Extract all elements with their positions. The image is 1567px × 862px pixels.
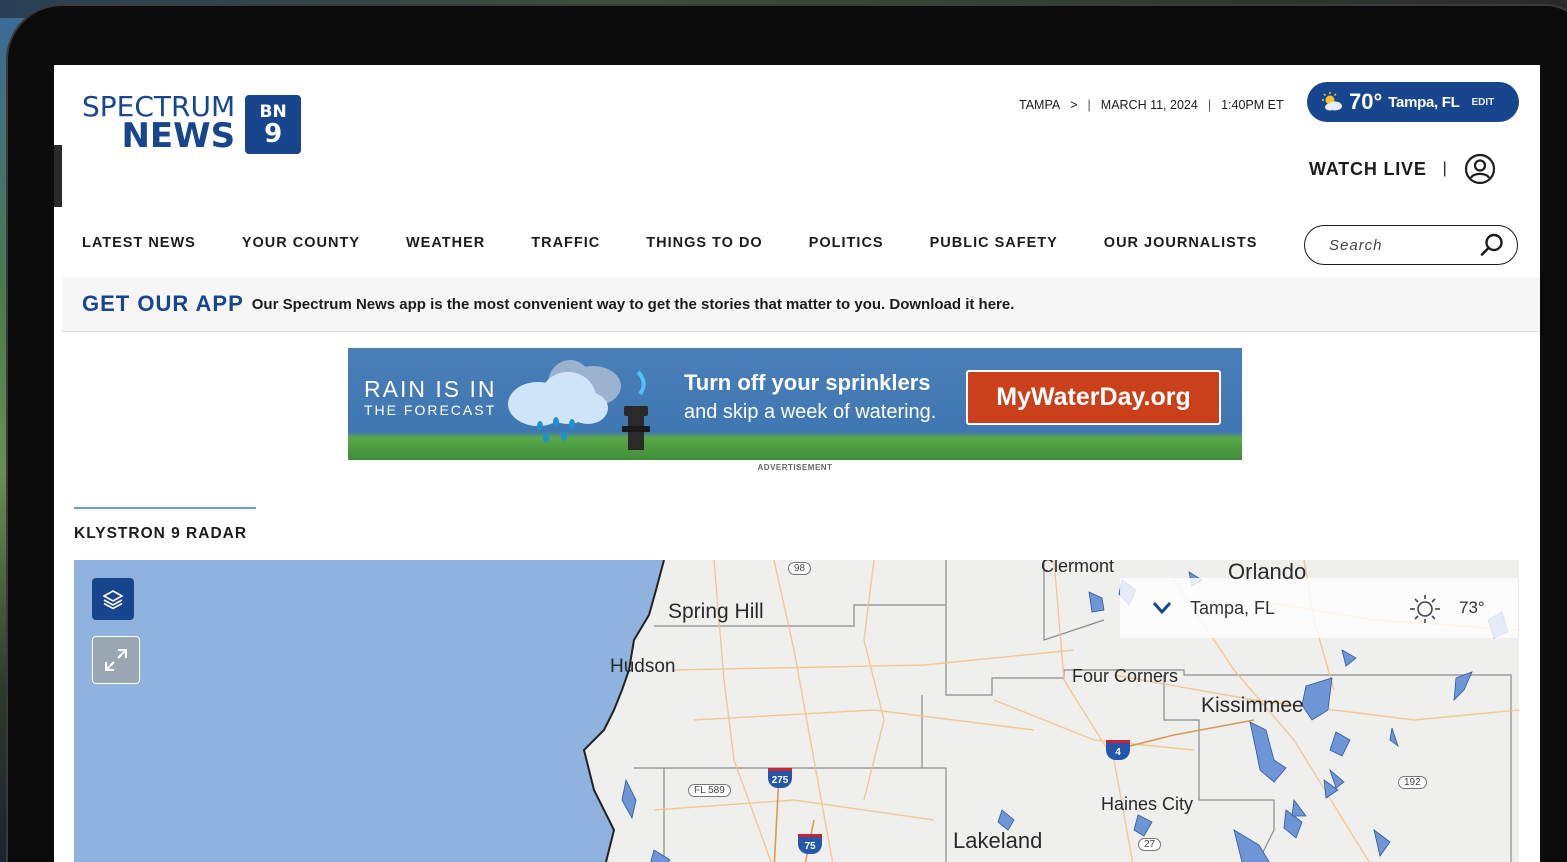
radar-location: Tampa, FL <box>1190 597 1276 618</box>
radar-section-title: KLYSTRON 9 RADAR <box>74 525 248 542</box>
interstate-shield: 4 <box>1106 740 1130 760</box>
ad-headline: Turn off your sprinklers <box>684 370 931 395</box>
place-label: Lakeland <box>953 828 1043 853</box>
edit-location-button[interactable]: EDIT <box>1471 97 1494 108</box>
browser-viewport: SPECTRUM NEWS BN 9 TAMPA > | MARCH 11, 2… <box>54 65 1540 862</box>
nav-latest-news[interactable]: LATEST NEWS <box>82 235 196 251</box>
route-shield: 98 <box>788 562 812 575</box>
location-link[interactable]: TAMPA <box>1019 98 1060 112</box>
advertisement-banner[interactable]: RAIN IS IN THE FORECAST Turn off your sp… <box>348 348 1242 460</box>
get-app-text[interactable]: Our Spectrum News app is the most conven… <box>252 296 1015 313</box>
place-label: Four Corners <box>1072 666 1179 686</box>
current-date: MARCH 11, 2024 <box>1100 98 1198 112</box>
nav-politics[interactable]: POLITICS <box>809 235 884 251</box>
watch-live-bar: WATCH LIVE | <box>1309 153 1496 185</box>
divider: | <box>1207 98 1212 112</box>
map-fullscreen-button[interactable] <box>92 636 140 684</box>
search-input[interactable] <box>1329 236 1469 254</box>
nav-our-journalists[interactable]: OUR JOURNALISTS <box>1104 235 1258 251</box>
spectrum-news-logo[interactable]: SPECTRUM NEWS BN 9 <box>82 93 302 156</box>
current-temp: 70° <box>1349 89 1383 114</box>
partly-cloudy-icon <box>1322 92 1342 111</box>
place-label: Orlando <box>1228 560 1307 584</box>
account-icon[interactable] <box>1464 153 1496 185</box>
weather-widget[interactable]: 70° Tampa, FL EDIT <box>1307 82 1519 122</box>
logo-badge-top: BN <box>259 101 287 122</box>
search-icon[interactable] <box>1479 232 1505 258</box>
nav-your-county[interactable]: YOUR COUNTY <box>242 235 360 251</box>
ad-cta-button[interactable]: MyWaterDay.org <box>966 370 1221 425</box>
expand-icon <box>105 649 127 671</box>
sun-icon <box>1410 595 1440 623</box>
section-rule <box>74 507 256 509</box>
chevron-down-icon[interactable] <box>1152 601 1172 615</box>
nav-things-to-do[interactable]: THINGS TO DO <box>646 235 762 251</box>
get-app-title[interactable]: GET OUR APP <box>82 291 244 317</box>
divider: | <box>1442 160 1448 177</box>
chevron-right-icon[interactable]: > <box>1070 98 1077 112</box>
place-label: Haines City <box>1101 794 1194 814</box>
main-nav: LATEST NEWS YOUR COUNTY WEATHER TRAFFIC … <box>82 235 1303 251</box>
ad-rain-line1: RAIN IS IN <box>364 376 497 402</box>
interstate-shield: 75 <box>798 834 822 854</box>
route-shield: 192 <box>1398 776 1427 789</box>
ad-rain-line2: THE FORECAST <box>364 402 497 418</box>
divider: | <box>1087 98 1091 112</box>
get-app-banner[interactable]: GET OUR APP Our Spectrum News app is the… <box>62 277 1540 332</box>
place-label: Spring Hill <box>668 600 764 623</box>
place-label: Hudson <box>610 656 676 677</box>
radar-map[interactable]: Tampa, FL 73° Clermont Orlando Spring Hi… <box>74 560 1519 862</box>
nav-weather[interactable]: WEATHER <box>406 235 485 251</box>
place-label: Kissimmee <box>1201 694 1304 717</box>
place-label: Clermont <box>1041 560 1115 576</box>
location-date-bar: TAMPA > | MARCH 11, 2024 | 1:40PM ET <box>1019 98 1284 112</box>
rain-cloud-icon <box>508 360 621 443</box>
weather-city: Tampa, FL <box>1388 93 1460 111</box>
map-layers-button[interactable] <box>92 578 134 620</box>
layers-icon <box>102 590 124 610</box>
ad-label: ADVERTISEMENT <box>757 463 833 472</box>
route-shield: FL 589 <box>688 784 731 797</box>
side-strip <box>54 145 62 207</box>
logo-line2: NEWS <box>121 116 236 156</box>
logo-badge: BN 9 <box>245 95 302 154</box>
route-shield: 27 <box>1138 838 1162 851</box>
logo-badge-bottom: 9 <box>264 118 283 149</box>
watch-live-link[interactable]: WATCH LIVE <box>1309 159 1427 180</box>
nav-traffic[interactable]: TRAFFIC <box>531 235 600 251</box>
current-time: 1:40PM ET <box>1221 98 1284 112</box>
sprinkler-icon <box>622 370 650 450</box>
nav-public-safety[interactable]: PUBLIC SAFETY <box>930 235 1058 251</box>
ad-subheadline: and skip a week of watering. <box>684 401 937 423</box>
search-box[interactable] <box>1304 225 1518 265</box>
radar-location-card[interactable]: Tampa, FL 73° <box>1120 578 1518 638</box>
interstate-shield: 275 <box>768 768 792 788</box>
radar-temp: 73° <box>1459 598 1485 617</box>
